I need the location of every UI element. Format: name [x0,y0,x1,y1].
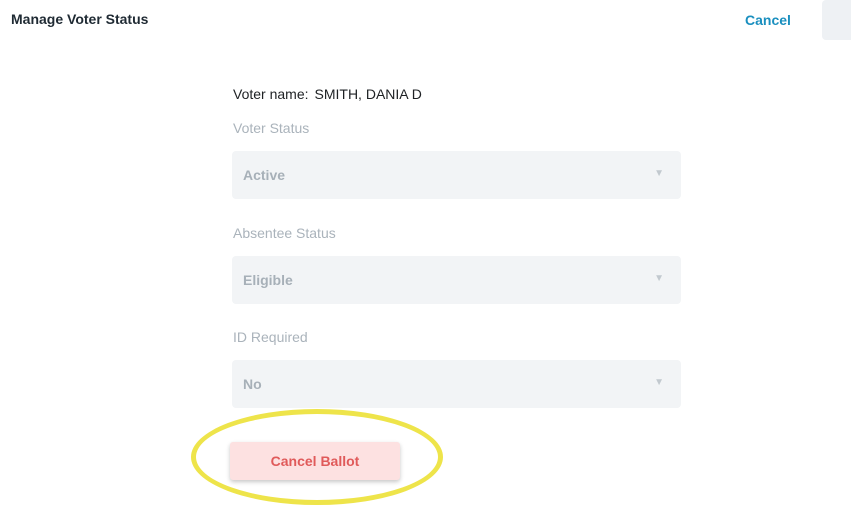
id-required-value: No [243,376,262,392]
page-title: Manage Voter Status [11,11,149,27]
chevron-down-icon: ▼ [654,168,664,179]
absentee-status-select[interactable]: Eligible ▼ [232,256,681,304]
voter-name-label: Voter name: [233,86,309,102]
id-required-label: ID Required [233,329,308,345]
cancel-ballot-button[interactable]: Cancel Ballot [230,442,400,480]
voter-name-value: SMITH, DANIA D [314,86,422,102]
voter-status-label: Voter Status [233,120,310,136]
cancel-button[interactable]: Cancel [745,12,791,28]
voter-status-select[interactable]: Active ▼ [232,151,681,199]
voter-name: Voter name: SMITH, DANIA D [233,86,422,102]
chevron-down-icon: ▼ [654,377,664,388]
absentee-status-label: Absentee Status [233,225,336,241]
id-required-select[interactable]: No ▼ [232,360,681,408]
voter-status-value: Active [243,167,286,183]
header-action-button[interactable] [822,0,851,40]
absentee-status-value: Eligible [243,272,293,288]
chevron-down-icon: ▼ [654,273,664,284]
